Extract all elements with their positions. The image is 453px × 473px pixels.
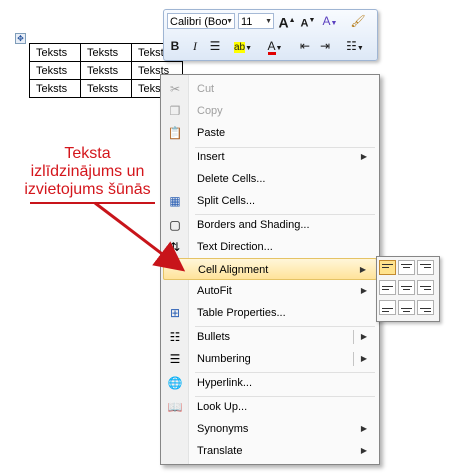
annotation-arrow-icon — [30, 201, 186, 272]
